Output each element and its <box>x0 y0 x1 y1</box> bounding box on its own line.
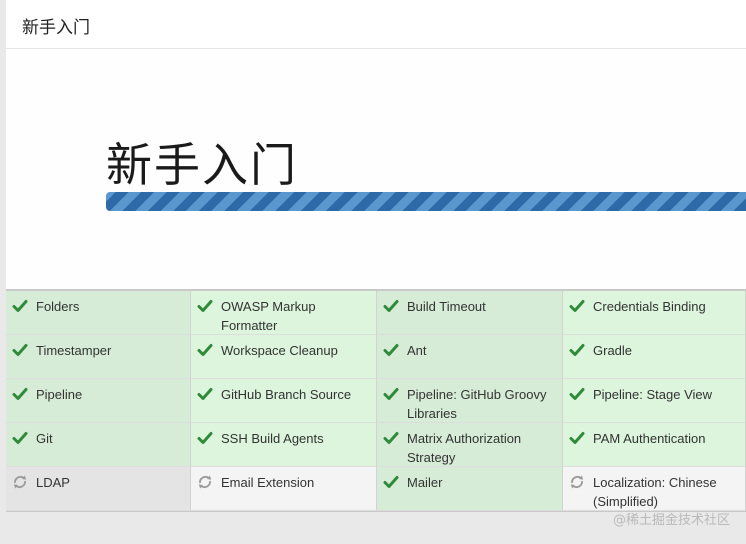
plugin-item: Gradle <box>563 335 746 379</box>
watermark: @稀土掘金技术社区 <box>612 513 730 528</box>
check-icon <box>197 432 213 444</box>
plugin-name: Pipeline <box>36 387 83 402</box>
plugin-name: Timestamper <box>36 343 112 358</box>
spinner-icon <box>13 475 27 489</box>
install-progress-bar <box>106 192 746 211</box>
check-icon <box>197 300 213 312</box>
plugin-name: Pipeline: Stage View <box>593 387 713 402</box>
plugin-item: SSH Build Agents <box>191 423 377 467</box>
check-icon <box>569 432 585 444</box>
setup-panel: 新手入门 <box>6 49 746 289</box>
check-icon <box>197 344 213 356</box>
plugin-name: Workspace Cleanup <box>221 343 338 358</box>
plugin-item: OWASP Markup Formatter <box>191 291 377 335</box>
plugin-item: Pipeline <box>6 379 191 423</box>
plugin-item: Mailer <box>377 467 563 511</box>
spinner-icon <box>198 475 212 489</box>
plugin-name: Pipeline: GitHub Groovy Libraries <box>407 387 547 421</box>
plugin-item: Build Timeout <box>377 291 563 335</box>
plugin-item: Timestamper <box>6 335 191 379</box>
plugin-name: Folders <box>36 299 80 314</box>
plugin-item: Workspace Cleanup <box>191 335 377 379</box>
plugin-item: GitHub Branch Source <box>191 379 377 423</box>
plugin-item: Localization: Chinese (Simplified) <box>563 467 746 511</box>
plugin-item: Git <box>6 423 191 467</box>
plugin-item: Folders <box>6 291 191 335</box>
check-icon <box>569 300 585 312</box>
plugin-item: Pipeline: Stage View <box>563 379 746 423</box>
plugin-name: GitHub Branch Source <box>221 387 352 402</box>
plugin-name: Git <box>36 431 53 446</box>
check-icon <box>12 300 28 312</box>
check-icon <box>197 388 213 400</box>
plugin-item: Email Extension <box>191 467 377 511</box>
plugin-item: PAM Authentication <box>563 423 746 467</box>
plugin-name: Localization: Chinese (Simplified) <box>593 475 717 509</box>
plugin-name: SSH Build Agents <box>221 431 324 446</box>
plugin-item: Matrix Authorization Strategy <box>377 423 563 467</box>
plugin-item: Credentials Binding <box>563 291 746 335</box>
check-icon <box>12 388 28 400</box>
plugin-name: Ant <box>407 343 427 358</box>
check-icon <box>383 388 399 400</box>
check-icon <box>383 300 399 312</box>
check-icon <box>383 432 399 444</box>
spinner-icon <box>570 475 584 489</box>
plugin-name: Build Timeout <box>407 299 486 314</box>
plugin-name: LDAP <box>36 475 70 490</box>
plugin-name: Credentials Binding <box>593 299 706 314</box>
check-icon <box>383 476 399 488</box>
plugin-item: Ant <box>377 335 563 379</box>
plugin-name: PAM Authentication <box>593 431 706 446</box>
plugin-name: Matrix Authorization Strategy <box>407 431 522 465</box>
check-icon <box>12 344 28 356</box>
plugin-item: LDAP <box>6 467 191 511</box>
check-icon <box>12 432 28 444</box>
check-icon <box>569 388 585 400</box>
page-title: 新手入门 <box>22 18 90 38</box>
plugin-item: Pipeline: GitHub Groovy Libraries <box>377 379 563 423</box>
plugin-name: OWASP Markup Formatter <box>221 299 316 333</box>
top-bar: 新手入门 <box>6 0 746 49</box>
setup-heading: 新手入门 <box>106 138 298 192</box>
plugin-name: Gradle <box>593 343 633 358</box>
plugin-status-grid: Folders OWASP Markup Formatter Build Timeo… <box>6 289 746 512</box>
check-icon <box>383 344 399 356</box>
plugin-name: Mailer <box>407 475 443 490</box>
plugin-name: Email Extension <box>221 475 315 490</box>
check-icon <box>569 344 585 356</box>
